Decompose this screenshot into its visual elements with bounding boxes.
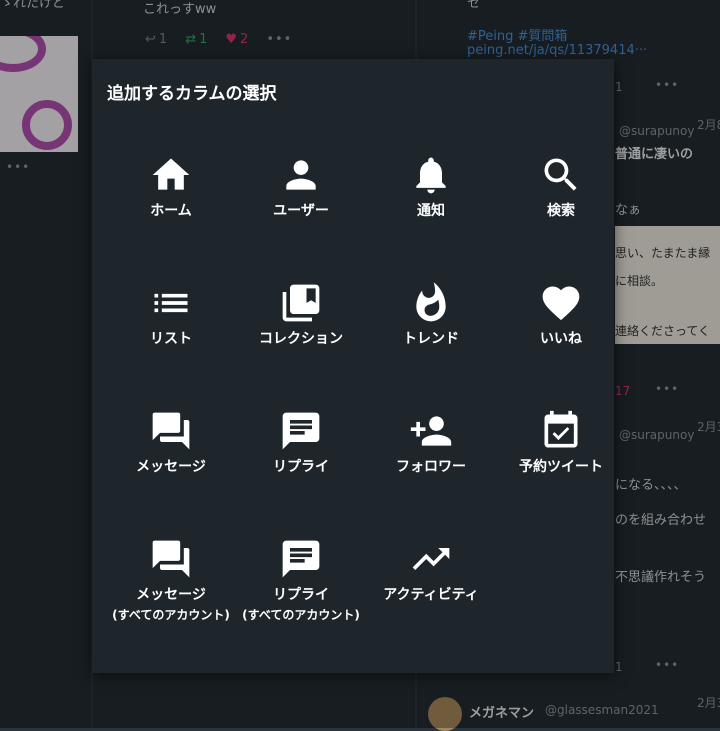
column-option-search[interactable]: 検索 bbox=[496, 149, 626, 277]
column-option-scheduled-tweets[interactable]: 予約ツイート bbox=[496, 405, 626, 533]
add-column-dialog: 追加するカラムの選択 ホーム ユーザー 通知 検索 リスト コレクション トレン… bbox=[92, 59, 614, 673]
column-option-replies-all-accounts[interactable]: リプライ (すべてのアカウント) bbox=[236, 533, 366, 661]
messages-icon bbox=[152, 540, 190, 578]
column-option-messages-all-accounts[interactable]: メッセージ (すべてのアカウント) bbox=[106, 533, 236, 661]
add-person-icon bbox=[410, 416, 452, 446]
column-option-followers[interactable]: フォロワー bbox=[366, 405, 496, 533]
column-option-trends[interactable]: トレンド bbox=[366, 277, 496, 405]
reply-comment-icon bbox=[282, 412, 320, 450]
column-option-notifications[interactable]: 通知 bbox=[366, 149, 496, 277]
column-option-home[interactable]: ホーム bbox=[106, 149, 236, 277]
search-icon bbox=[544, 158, 577, 191]
messages-icon bbox=[152, 412, 190, 450]
flame-icon bbox=[416, 282, 446, 322]
heart-icon bbox=[542, 286, 580, 321]
column-option-collection[interactable]: コレクション bbox=[236, 277, 366, 405]
dialog-title: 追加するカラムの選択 bbox=[107, 84, 277, 104]
list-icon bbox=[154, 293, 188, 313]
collection-icon bbox=[282, 284, 320, 322]
trending-up-icon bbox=[412, 548, 450, 570]
column-option-messages[interactable]: メッセージ bbox=[106, 405, 236, 533]
column-option-activity[interactable]: アクティビティ bbox=[366, 533, 496, 661]
column-option-likes[interactable]: いいね bbox=[496, 277, 626, 405]
column-type-grid: ホーム ユーザー 通知 検索 リスト コレクション トレンド いいね メッセージ… bbox=[106, 149, 626, 661]
bell-icon bbox=[416, 157, 446, 194]
scheduled-calendar-icon bbox=[544, 410, 578, 448]
column-option-user[interactable]: ユーザー bbox=[236, 149, 366, 277]
user-icon bbox=[286, 160, 316, 190]
column-option-list[interactable]: リスト bbox=[106, 277, 236, 405]
column-option-replies[interactable]: リプライ bbox=[236, 405, 366, 533]
home-icon bbox=[152, 158, 190, 190]
reply-comment-icon bbox=[282, 540, 320, 578]
